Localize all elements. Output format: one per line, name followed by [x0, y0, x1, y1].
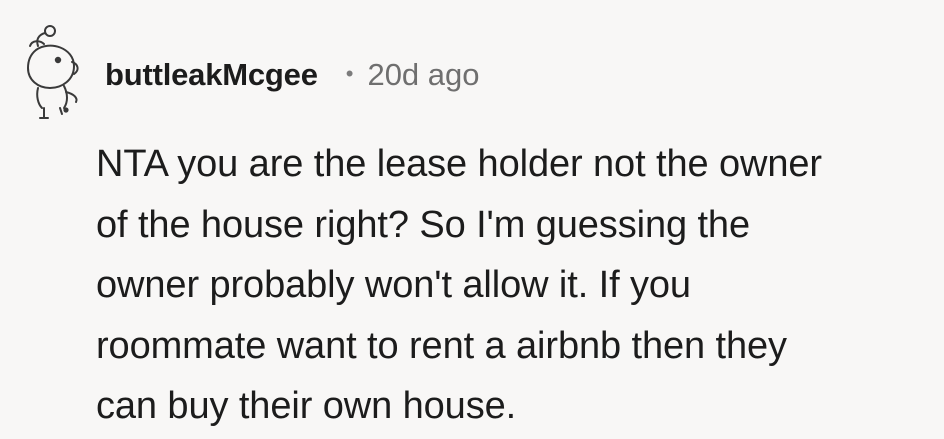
- snoo-avatar-icon[interactable]: [14, 22, 86, 120]
- comment-meta: buttleakMcgee • 20d ago: [105, 52, 480, 98]
- comment: buttleakMcgee • 20d ago NTA you are the …: [0, 0, 944, 439]
- comment-body-line: NTA you are the lease holder not the own…: [96, 143, 822, 185]
- timestamp[interactable]: 20d ago: [367, 57, 479, 93]
- comment-body-line: owner probably won't allow it. If you: [96, 264, 691, 306]
- comment-body-line: roommate want to rent a airbnb then they: [96, 324, 787, 367]
- comment-body-line: of the house right? So I'm guessing the: [96, 203, 750, 246]
- username-link[interactable]: buttleakMcgee: [105, 57, 318, 93]
- comment-body: NTA you are the lease holder not the own…: [96, 134, 926, 437]
- comment-body-line: can buy their own house.: [96, 385, 517, 427]
- separator-dot: •: [345, 61, 354, 86]
